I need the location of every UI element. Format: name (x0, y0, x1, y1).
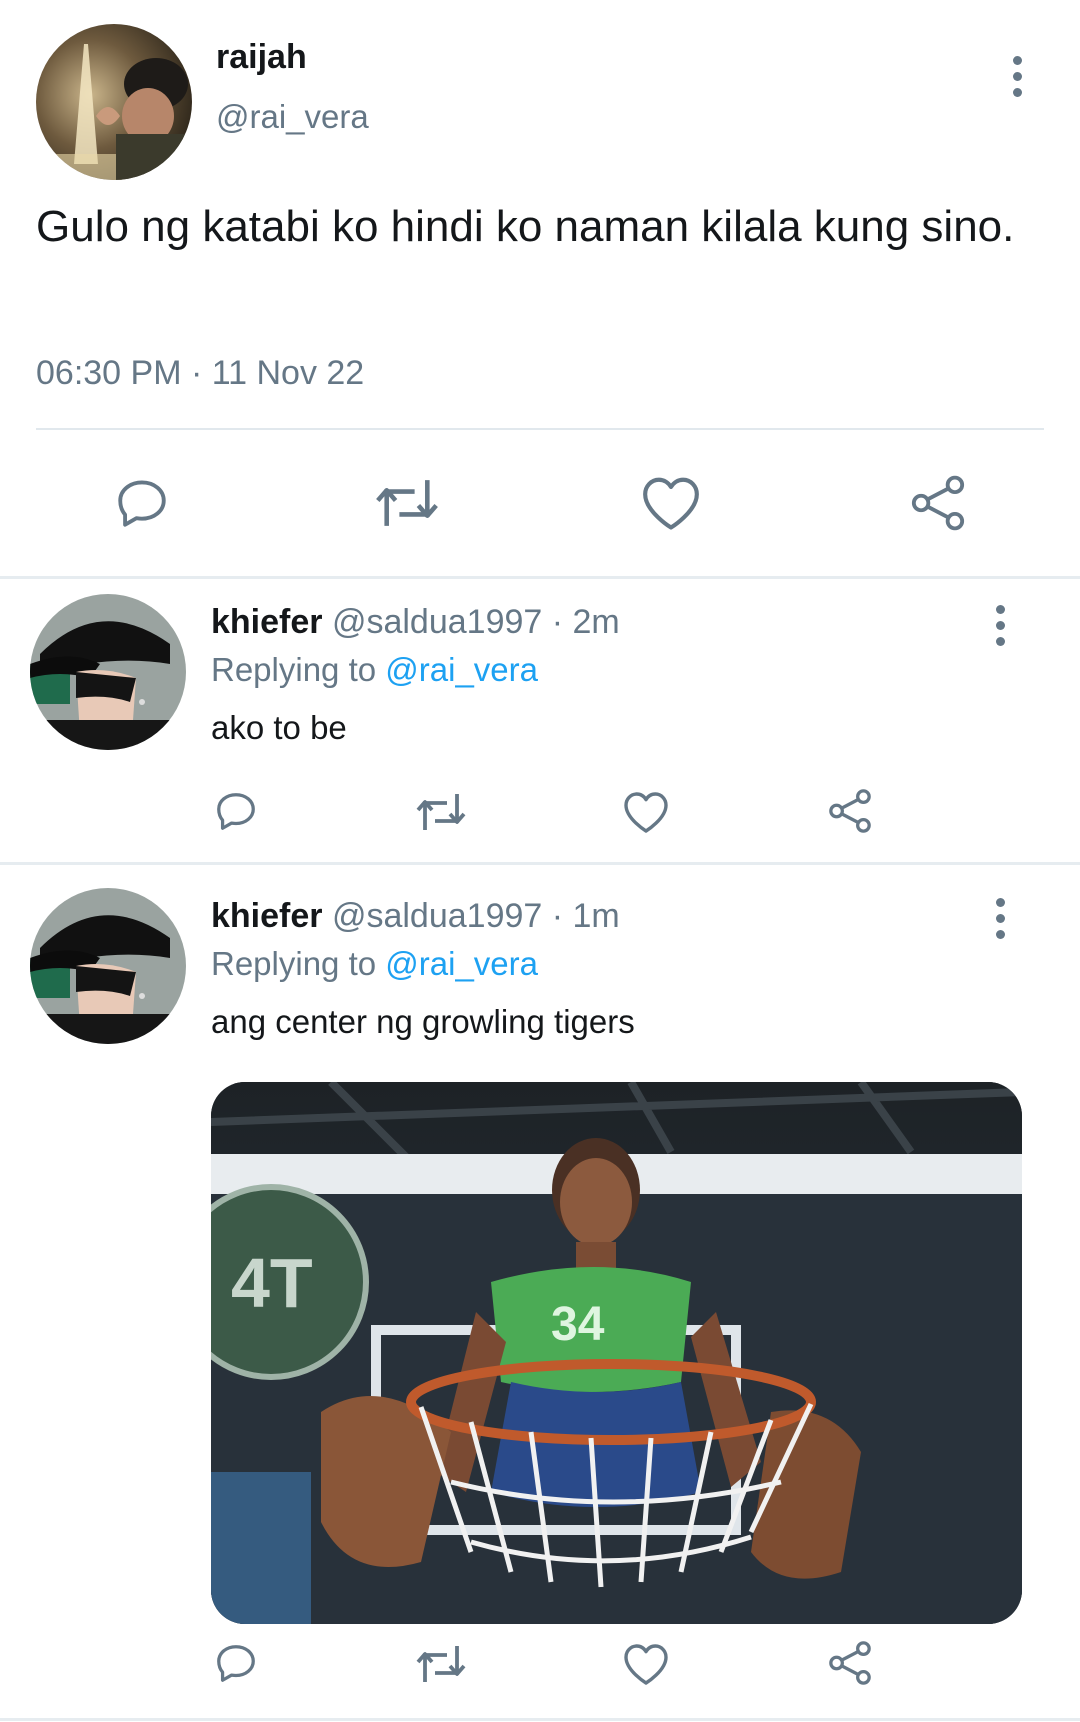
tweet-text: Gulo ng katabi ko hindi ko naman kilala … (36, 202, 1015, 251)
media-image[interactable]: 4T 34 (211, 1082, 1022, 1624)
svg-text:4T: 4T (231, 1244, 313, 1322)
like-icon[interactable] (622, 790, 670, 834)
reply-author-meta: @saldua1997 · 1m (331, 897, 620, 935)
replying-mention[interactable]: @rai_vera (385, 945, 538, 982)
reply-text: ako to be (211, 709, 347, 746)
more-options-icon[interactable] (990, 605, 1010, 646)
divider (36, 428, 1044, 430)
reply-author-name[interactable]: khiefer (211, 897, 323, 935)
reply-avatar[interactable] (30, 594, 186, 750)
author-name[interactable]: raijah (216, 38, 307, 77)
reply-icon[interactable] (213, 1640, 259, 1686)
share-icon[interactable] (827, 788, 873, 834)
more-options-icon[interactable] (1007, 56, 1027, 97)
retweet-icon[interactable] (414, 790, 468, 834)
share-icon[interactable] (827, 1640, 873, 1686)
retweet-icon[interactable] (374, 474, 440, 532)
replying-mention[interactable]: @rai_vera (385, 651, 538, 688)
tweet-timestamp: 06:30 PM · 11 Nov 22 (36, 354, 365, 392)
share-icon[interactable] (908, 474, 968, 532)
reply-text: ang center ng growling tigers (211, 1003, 635, 1040)
more-options-icon[interactable] (990, 898, 1010, 939)
like-icon[interactable] (622, 1642, 670, 1686)
replying-prefix: Replying to (211, 651, 386, 688)
reply-author-meta: @saldua1997 · 2m (331, 603, 620, 641)
reply-author-name[interactable]: khiefer (211, 603, 323, 641)
reply-avatar[interactable] (30, 888, 186, 1044)
like-icon[interactable] (640, 474, 702, 532)
reply-icon[interactable] (112, 474, 172, 532)
svg-text:34: 34 (551, 1298, 605, 1351)
replying-to: Replying to @rai_vera (211, 945, 538, 983)
reply-tweet: khiefer @saldua1997 · 2m Replying to @ra… (0, 579, 1080, 862)
replying-to: Replying to @rai_vera (211, 651, 538, 689)
main-tweet: raijah @rai_vera Gulo ng katabi ko hindi… (0, 0, 1080, 576)
divider (0, 1718, 1080, 1721)
author-avatar[interactable] (36, 24, 192, 180)
retweet-icon[interactable] (414, 1642, 468, 1686)
reply-icon[interactable] (213, 788, 259, 834)
author-handle[interactable]: @rai_vera (216, 98, 369, 136)
replying-prefix: Replying to (211, 945, 386, 982)
